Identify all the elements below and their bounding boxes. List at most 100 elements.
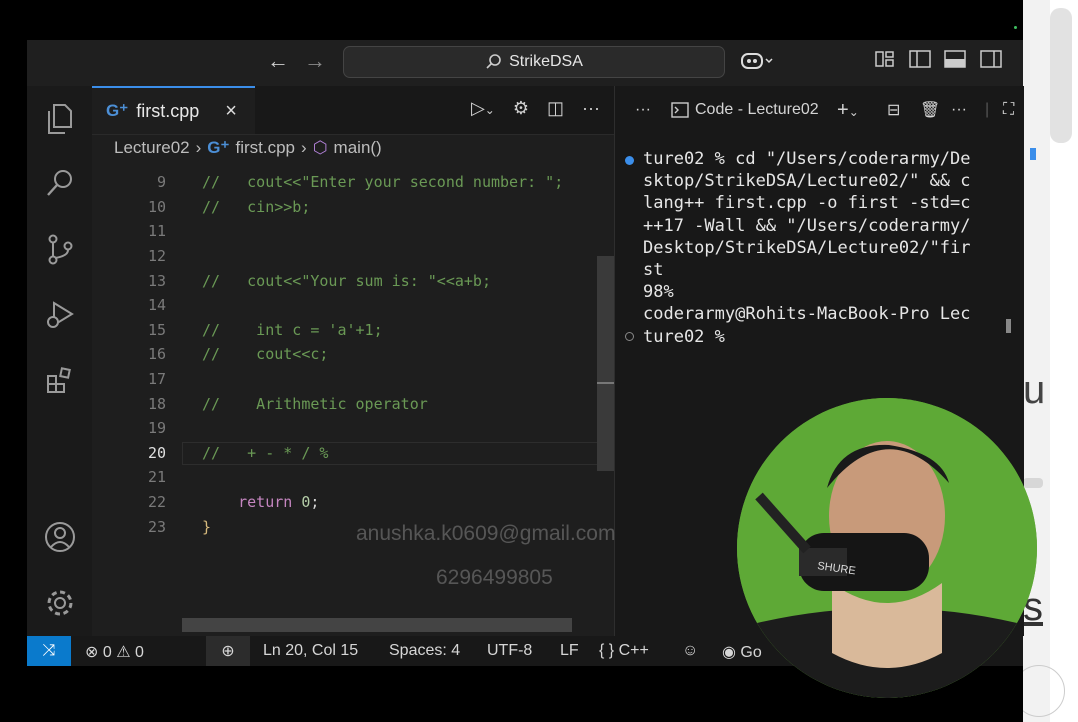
code-line[interactable]: 18 // Arithmetic operator — [92, 391, 614, 416]
code-line[interactable]: 19 — [92, 416, 614, 441]
trash-icon[interactable]: 🗑 — [920, 100, 940, 120]
gear-icon[interactable]: ⚙ — [513, 98, 529, 119]
remote-icon[interactable]: ⤨ — [27, 636, 71, 666]
tab-first-cpp[interactable]: G⁺ first.cpp × — [92, 86, 255, 134]
more-icon[interactable]: ··· — [635, 101, 651, 119]
terminal-line: 98% — [643, 282, 674, 303]
add-terminal-icon[interactable]: +⌄ — [837, 99, 859, 122]
line-number: 20 — [147, 443, 166, 462]
code-line[interactable]: 16 // cout<<c; — [92, 342, 614, 367]
error-icon: ⊗ — [85, 644, 99, 661]
breadcrumb-symbol[interactable]: main() — [334, 138, 382, 158]
line-number: 10 — [147, 197, 166, 216]
explorer-icon[interactable] — [43, 102, 77, 136]
toggle-sidebar-icon[interactable] — [909, 50, 931, 73]
terminal-line: ture02 % — [643, 326, 736, 347]
breadcrumb-folder[interactable]: Lecture02 — [114, 138, 190, 158]
more-icon[interactable]: ··· — [951, 101, 967, 119]
toggle-secondary-sidebar-icon[interactable] — [980, 50, 1002, 73]
terminal-output[interactable]: ture02 % cd "/Users/coderarmy/De sktop/St… — [643, 148, 971, 348]
layout-customize-icon[interactable] — [875, 50, 895, 73]
terminal-line: st — [643, 260, 664, 281]
line-ending[interactable]: LF — [560, 642, 579, 660]
arrow-right-icon[interactable]: → — [304, 48, 326, 74]
cursor-position[interactable]: Ln 20, Col 15 — [263, 642, 358, 660]
code-text: return 0; — [238, 493, 320, 512]
code-text: // Arithmetic operator — [202, 394, 428, 413]
code-line[interactable]: 22 return 0; — [92, 490, 614, 515]
go-live-button[interactable]: ◉ Go — [722, 642, 762, 662]
search-icon — [486, 54, 501, 69]
encoding[interactable]: UTF-8 — [487, 642, 532, 660]
editor-tabs: G⁺ first.cpp × ▷⌄ ⚙ ◫ ··· — [92, 86, 614, 135]
line-number: 22 — [147, 493, 166, 512]
close-icon[interactable]: × — [225, 100, 237, 123]
run-icon[interactable]: ▷⌄ — [471, 98, 495, 119]
line-number: 12 — [147, 247, 166, 266]
breadcrumb-file[interactable]: first.cpp — [236, 138, 296, 158]
code-line[interactable]: 12 — [92, 244, 614, 269]
toggle-panel-icon[interactable] — [944, 50, 966, 73]
code-line[interactable]: 13 // cout<<"Your sum is: "<<a+b; — [92, 268, 614, 293]
language-mode[interactable]: { } C++ — [599, 642, 649, 660]
zoom-icon[interactable]: ⊕ — [206, 636, 250, 666]
terminal-icon — [671, 102, 689, 118]
watermark-email: anushka.k0609@gmail.com — [356, 522, 616, 545]
code-line[interactable]: 15 // int c = 'a'+1; — [92, 318, 614, 343]
command-center[interactable]: StrikeDSA — [343, 46, 725, 78]
current-line-highlight — [182, 441, 612, 465]
terminal-header: ··· Code - Lecture02 +⌄ ⊟ 🗑 ··· | ⛶ — [615, 86, 1024, 134]
source-control-icon[interactable] — [43, 232, 77, 266]
code-line[interactable]: 21 — [92, 465, 614, 490]
window-top-strip — [27, 0, 1023, 40]
terminal-scrollbar[interactable] — [1006, 319, 1011, 333]
page-scrollbar[interactable] — [1050, 8, 1072, 143]
arrow-left-icon[interactable]: ← — [267, 48, 289, 74]
line-number: 14 — [147, 296, 166, 315]
editor-vertical-scrollbar[interactable] — [597, 256, 614, 471]
run-debug-icon[interactable] — [43, 298, 77, 332]
gear-icon[interactable] — [43, 586, 77, 620]
terminal-title: Code - Lecture02 — [695, 101, 819, 118]
vscode-window: ← → StrikeDSA G⁺ first.cpp × ▷⌄ ⚙ ◫ ··· … — [27, 0, 1037, 722]
line-number: 23 — [147, 517, 166, 536]
copilot-status-icon[interactable]: ☺ — [682, 642, 698, 660]
editor-horizontal-scrollbar[interactable] — [182, 618, 572, 632]
chevron-right-icon: › — [301, 138, 307, 157]
accounts-icon[interactable] — [43, 520, 77, 554]
terminal-line: lang++ first.cpp -o first -std=c — [643, 193, 971, 214]
status-dot — [1014, 26, 1017, 29]
cpp-file-icon: G⁺ — [207, 138, 230, 157]
split-terminal-icon[interactable]: ⊟ — [887, 100, 900, 120]
scroll-position-marker — [597, 382, 614, 384]
copilot-icon[interactable] — [740, 50, 774, 77]
split-editor-icon[interactable]: ◫ — [547, 98, 564, 119]
title-bar: ← → StrikeDSA — [27, 40, 1023, 86]
code-line[interactable]: 10 // cin>>b; — [92, 195, 614, 220]
indentation[interactable]: Spaces: 4 — [389, 642, 460, 660]
line-number: 9 — [156, 173, 166, 192]
code-line[interactable]: 9 // cout<<"Enter your second number: "; — [92, 170, 614, 195]
terminal-line: ture02 % cd "/Users/coderarmy/De — [643, 149, 971, 169]
code-line[interactable]: 14 — [92, 293, 614, 318]
code-line[interactable]: 11 — [92, 219, 614, 244]
code-text: // cout<<"Enter your second number: "; — [202, 173, 564, 192]
line-number: 17 — [147, 370, 166, 389]
editor-actions: ▷⌄ ⚙ ◫ ··· — [471, 98, 600, 119]
extensions-icon[interactable] — [43, 364, 77, 398]
line-number: 18 — [147, 394, 166, 413]
command-pending-dot — [625, 332, 634, 341]
problems-indicator[interactable]: ⊗ 0 ⚠ 0 — [85, 642, 144, 662]
more-icon[interactable]: ··· — [582, 98, 600, 119]
line-number: 21 — [147, 468, 166, 487]
terminal-tab[interactable]: Code - Lecture02 — [671, 101, 819, 119]
search-icon[interactable] — [43, 166, 77, 200]
background-text-fragment: u — [1023, 368, 1046, 412]
code-line[interactable]: 17 — [92, 367, 614, 392]
terminal-line: Desktop/StrikeDSA/Lecture02/"fir — [643, 237, 971, 258]
watermark-phone: 6296499805 — [436, 566, 553, 589]
line-number: 13 — [147, 271, 166, 290]
tab-label: first.cpp — [136, 100, 200, 121]
maximize-icon[interactable]: ⛶ — [1003, 101, 1014, 119]
code-editor[interactable]: 9 // cout<<"Enter your second number: "; 1… — [92, 170, 614, 539]
